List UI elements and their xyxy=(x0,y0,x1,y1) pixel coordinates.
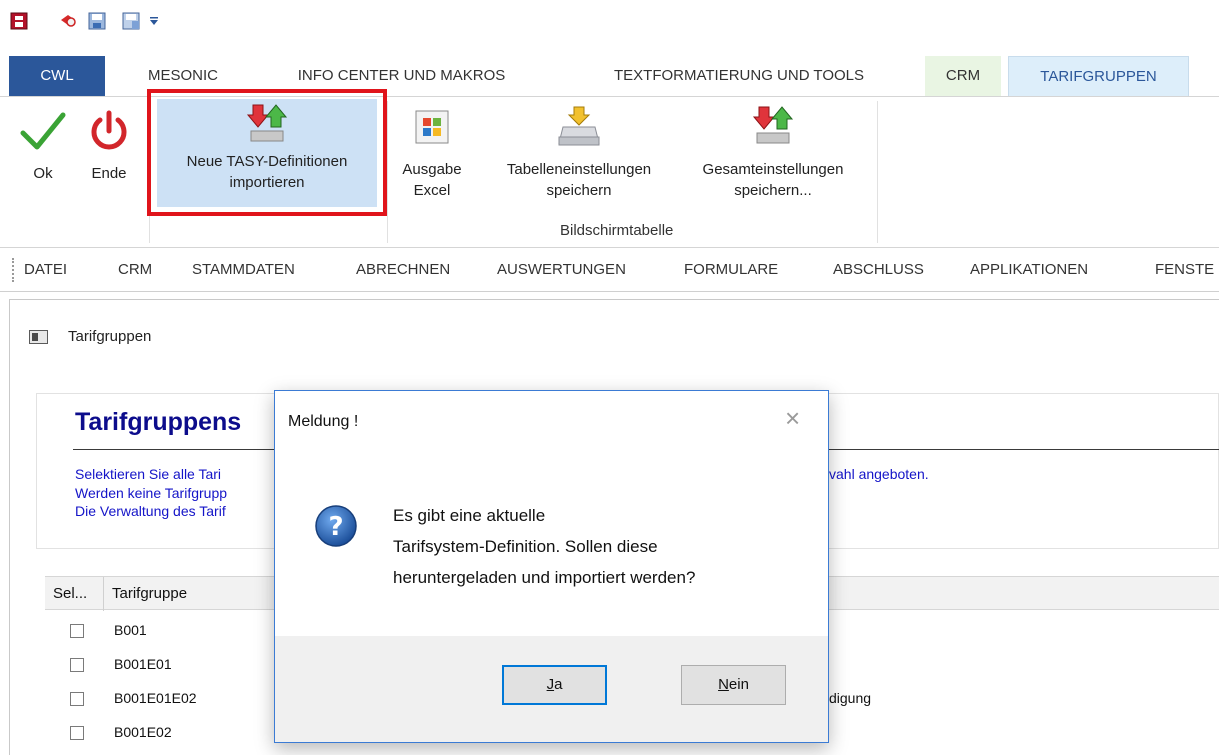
dialog-footer: Ja Nein xyxy=(275,636,828,742)
question-icon: ? xyxy=(315,505,357,547)
import-tasy-button[interactable]: Neue TASY-Definitionen importieren xyxy=(157,99,377,207)
row-checkbox[interactable] xyxy=(70,624,84,638)
window-icon xyxy=(29,330,48,344)
dialog-message-line3: heruntergeladen und importiert werden? xyxy=(393,568,696,587)
excel-icon xyxy=(415,110,449,144)
tabelleneinstellungen-button[interactable]: Tabelleneinstellungen speichern xyxy=(484,105,674,201)
info-line-2: Werden keine Tarifgrupp xyxy=(75,485,228,501)
menu-bar: DATEI CRM STAMMDATEN ABRECHNEN AUSWERTUN… xyxy=(0,248,1219,292)
menu-auswertungen[interactable]: AUSWERTUNGEN xyxy=(497,261,626,278)
menu-abrechnen[interactable]: ABRECHNEN xyxy=(356,261,450,278)
yes-label: a xyxy=(554,676,563,693)
panel-heading: Tarifgruppens xyxy=(75,408,242,436)
quick-access-toolbar xyxy=(0,0,1219,52)
menu-formulare[interactable]: FORMULARE xyxy=(684,261,778,278)
tab-crm[interactable]: CRM xyxy=(925,56,1001,96)
dialog-message-line1: Es gibt eine aktuelle xyxy=(393,506,546,525)
tab-tarifgruppen[interactable]: TARIFGRUPPEN xyxy=(1008,56,1189,96)
yes-mnemonic: J xyxy=(546,676,555,693)
gesamteinstellungen-button[interactable]: Gesamteinstellungen speichern... xyxy=(678,105,868,201)
excel-label-line2: Excel xyxy=(413,182,451,199)
excel-label-line1: Ausgabe xyxy=(402,161,462,178)
ausgabe-excel-button[interactable]: Ausgabe Excel xyxy=(397,109,467,201)
row-checkbox[interactable] xyxy=(70,692,84,706)
row-tarifgruppe: B001E01E02 xyxy=(114,690,197,706)
group-label-bildschirmtabelle: Bildschirmtabelle xyxy=(560,222,674,239)
app-icon[interactable] xyxy=(10,12,28,30)
row-tarifgruppe: B001 xyxy=(114,622,147,638)
ribbon-panel: Ok Ende Neue TASY-Definitionen importier… xyxy=(0,89,1219,248)
info-line-1: Selektieren Sie alle Tari xyxy=(75,466,222,482)
ok-button[interactable]: Ok xyxy=(18,107,68,184)
table-label-line2: speichern xyxy=(546,182,612,199)
tab-cwl[interactable]: CWL xyxy=(9,56,105,96)
save-as-icon[interactable] xyxy=(122,12,140,30)
ende-label: Ende xyxy=(91,165,127,182)
row-description: digung xyxy=(829,690,872,706)
menu-stammdaten[interactable]: STAMMDATEN xyxy=(192,261,295,278)
menu-fenster[interactable]: FENSTE xyxy=(1155,261,1214,278)
undo-icon[interactable] xyxy=(58,12,76,30)
total-label-line1: Gesamteinstellungen xyxy=(702,161,844,178)
window-title: Tarifgruppen xyxy=(68,328,152,345)
message-dialog: Meldung ! × ? Es gibt eine aktuelle Tari… xyxy=(274,390,829,743)
menu-datei[interactable]: DATEI xyxy=(24,261,67,278)
menu-applikationen[interactable]: APPLIKATIONEN xyxy=(970,261,1088,278)
row-checkbox[interactable] xyxy=(70,726,84,740)
customize-dropdown-icon[interactable] xyxy=(148,14,166,32)
info-line-3: Die Verwaltung des Tarif xyxy=(75,503,226,519)
row-checkbox[interactable] xyxy=(70,658,84,672)
power-icon xyxy=(91,110,127,150)
column-divider xyxy=(103,577,104,611)
dialog-message-line2: Tarifsystem-Definition. Sollen diese xyxy=(393,537,658,556)
close-icon[interactable]: × xyxy=(785,403,800,433)
import-label-line1: Neue TASY-Definitionen xyxy=(186,153,348,170)
ok-label: Ok xyxy=(33,165,53,182)
row-tarifgruppe: B001E02 xyxy=(114,724,172,740)
menu-grip xyxy=(12,258,14,282)
ribbon-separator xyxy=(387,101,388,243)
yes-button[interactable]: Ja xyxy=(502,665,607,705)
tab-textformatierung[interactable]: TEXTFORMATIERUNG UND TOOLS xyxy=(579,56,899,96)
column-header-sel[interactable]: Sel... xyxy=(53,585,87,602)
import-export-arrows-icon xyxy=(246,104,288,142)
import-export-arrows-icon xyxy=(752,106,794,144)
ende-button[interactable]: Ende xyxy=(84,107,134,184)
column-header-tarifgruppe[interactable]: Tarifgruppe xyxy=(112,585,187,602)
table-label-line1: Tabelleneinstellungen xyxy=(506,161,652,178)
no-mnemonic: N xyxy=(718,676,729,693)
checkmark-icon xyxy=(20,112,66,150)
total-label-line2: speichern... xyxy=(734,182,812,199)
no-button[interactable]: Nein xyxy=(681,665,786,705)
menu-crm[interactable]: CRM xyxy=(118,261,152,278)
import-label-line2: importieren xyxy=(229,174,305,191)
info-line-1-tail: vahl angeboten. xyxy=(829,466,929,482)
svg-text:?: ? xyxy=(328,512,343,542)
save-icon[interactable] xyxy=(88,12,106,30)
drive-save-icon xyxy=(558,106,600,146)
menu-abschluss[interactable]: ABSCHLUSS xyxy=(833,261,924,278)
row-tarifgruppe: B001E01 xyxy=(114,656,172,672)
dialog-title: Meldung ! xyxy=(288,413,359,430)
ribbon-separator xyxy=(877,101,878,243)
no-label: ein xyxy=(728,676,749,693)
